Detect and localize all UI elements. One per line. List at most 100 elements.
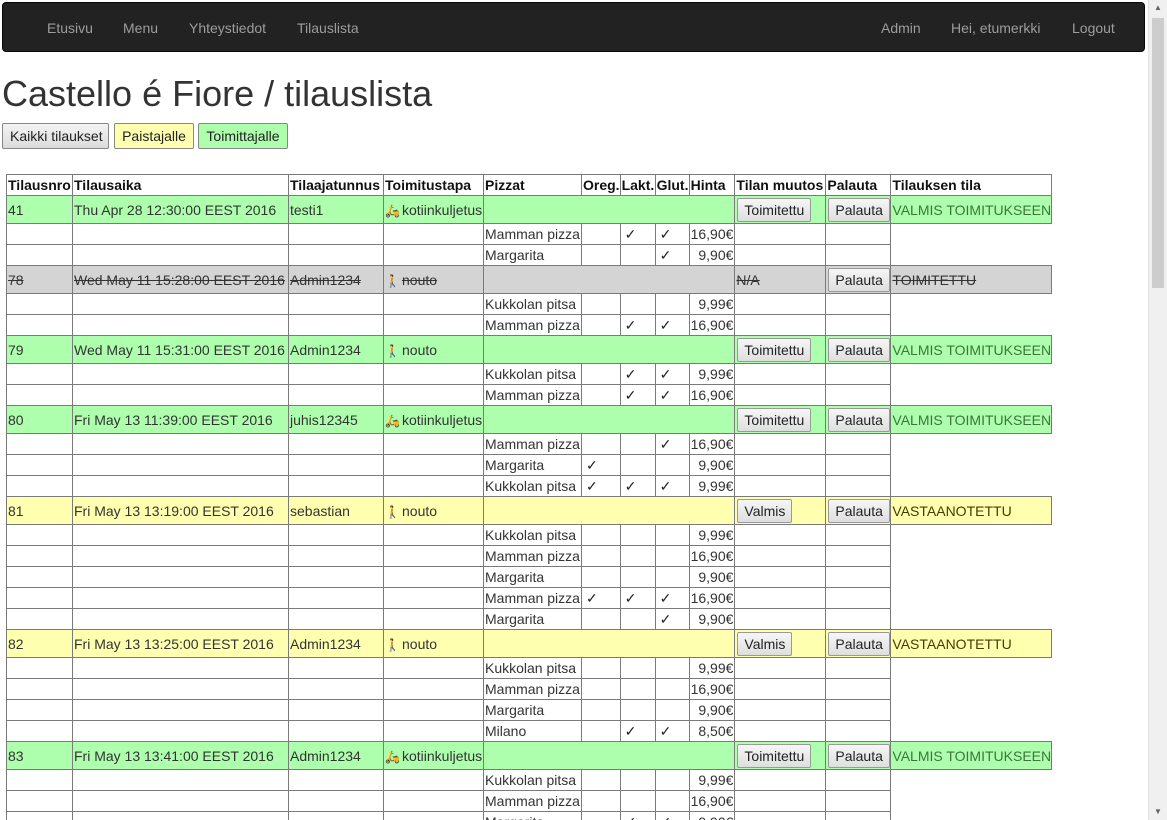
- delivery-method-label: nouto: [402, 635, 438, 652]
- empty-cell: [383, 545, 484, 567]
- order-delivery-method: 🚶 nouto: [383, 335, 484, 364]
- order-number: 81: [6, 496, 73, 525]
- gluten-check: [654, 293, 690, 315]
- pizza-price: 9,90€: [688, 454, 736, 476]
- pizza-price: 16,90€: [688, 678, 736, 700]
- order-pizzas-spacer: [482, 265, 736, 294]
- scroll-down-arrow-icon[interactable]: ▼: [1149, 804, 1167, 820]
- scroll-up-arrow-icon[interactable]: ▲: [1149, 0, 1167, 16]
- oregano-check: ✓: [581, 454, 621, 476]
- empty-cell: [288, 720, 384, 742]
- order-pizzas-spacer: [482, 496, 736, 525]
- order-pizzas-spacer: [482, 629, 736, 658]
- empty-cell: [734, 545, 827, 567]
- order-delivery-method: 🚶 nouto: [383, 496, 484, 525]
- nav-link-menu[interactable]: Menu: [123, 3, 158, 53]
- nav-link-etusivu[interactable]: Etusivu: [47, 3, 93, 53]
- nav-link-user-greeting[interactable]: Hei, etumerkki: [951, 3, 1040, 53]
- nav-link-tilauslista[interactable]: Tilauslista: [297, 3, 359, 53]
- pizza-item-row: Mamman pizza ✓ 16,90€: [6, 433, 1052, 455]
- restore-button[interactable]: Palauta: [828, 267, 890, 292]
- pizza-name: Kukkolan pitsa: [483, 475, 582, 497]
- scrollbar-thumb[interactable]: [1152, 18, 1164, 288]
- empty-cell: [72, 223, 289, 245]
- order-pizzas-spacer: [482, 741, 736, 770]
- empty-cell: [288, 454, 384, 476]
- restore-button[interactable]: Palauta: [828, 407, 890, 432]
- empty-cell: [6, 699, 73, 721]
- pickup-person-icon: 🚶: [385, 273, 400, 288]
- empty-cell: [891, 546, 1052, 567]
- filter-all-orders-button[interactable]: Kaikki tilaukset: [2, 123, 109, 149]
- empty-cell: [72, 363, 289, 385]
- pizza-item-row: Mamman pizza ✓ ✓ 16,90€: [6, 314, 1052, 336]
- pizza-price: 16,90€: [688, 545, 736, 567]
- order-time: Fri May 13 13:19:00 EEST 2016: [72, 496, 289, 525]
- nav-link-logout[interactable]: Logout: [1072, 3, 1115, 53]
- empty-cell: [383, 657, 484, 679]
- mark-ready-button[interactable]: Valmis: [737, 631, 793, 656]
- empty-cell: [288, 363, 384, 385]
- delivery-icon: 🛵: [385, 203, 400, 218]
- order-number: 83: [6, 741, 73, 770]
- order-row: 78 Wed May 11 15:28:00 EEST 2016 Admin1234…: [6, 265, 1053, 294]
- gluten-check: ✓: [654, 587, 690, 609]
- lactose-check: [619, 608, 656, 630]
- order-customer: Admin1234: [288, 265, 384, 294]
- empty-cell: [288, 769, 384, 791]
- pizza-price: 16,90€: [688, 433, 736, 455]
- restore-cell: Palauta: [825, 629, 892, 658]
- empty-cell: [6, 790, 73, 812]
- gluten-check: [654, 524, 690, 546]
- restore-cell: Palauta: [825, 496, 892, 525]
- pizza-price: 9,90€: [688, 566, 736, 588]
- empty-cell: [383, 223, 484, 245]
- lactose-check: [619, 454, 656, 476]
- pizza-price: 9,99€: [688, 524, 736, 546]
- filter-baker-button[interactable]: Paistajalle: [114, 123, 194, 149]
- mark-delivered-button[interactable]: Toimitettu: [737, 197, 812, 222]
- empty-cell: [383, 608, 484, 630]
- mark-delivered-button[interactable]: Toimitettu: [737, 337, 812, 362]
- pizza-item-row: Margarita 9,90€: [6, 566, 1052, 588]
- state-change-cell: Valmis: [734, 629, 827, 658]
- oregano-check: ✓: [581, 475, 621, 497]
- empty-cell: [891, 700, 1052, 721]
- restore-cell: Palauta: [825, 265, 892, 294]
- nav-link-admin[interactable]: Admin: [881, 3, 921, 53]
- vertical-scrollbar[interactable]: ▲ ▼: [1148, 0, 1167, 820]
- restore-button[interactable]: Palauta: [828, 498, 890, 523]
- restore-button[interactable]: Palauta: [828, 743, 890, 768]
- state-change-cell: Toimitettu: [734, 405, 827, 434]
- empty-cell: [383, 790, 484, 812]
- restore-button[interactable]: Palauta: [828, 337, 890, 362]
- restore-button[interactable]: Palauta: [828, 631, 890, 656]
- empty-cell: [891, 721, 1052, 742]
- empty-cell: [288, 678, 384, 700]
- lactose-check: [619, 790, 656, 812]
- oregano-check: [581, 811, 621, 820]
- lactose-check: [619, 699, 656, 721]
- delivery-method-label: nouto: [402, 502, 438, 519]
- empty-cell: [891, 658, 1052, 679]
- gluten-check: ✓: [654, 811, 690, 820]
- lactose-check: [619, 244, 656, 266]
- order-number: 82: [6, 629, 73, 658]
- order-customer: testi1: [288, 195, 384, 224]
- empty-cell: [383, 384, 484, 406]
- empty-cell: [6, 454, 73, 476]
- gluten-check: [654, 769, 690, 791]
- mark-delivered-button[interactable]: Toimitettu: [737, 743, 812, 768]
- mark-delivered-button[interactable]: Toimitettu: [737, 407, 812, 432]
- empty-cell: [825, 524, 892, 546]
- restore-button[interactable]: Palauta: [828, 197, 890, 222]
- empty-cell: [825, 678, 892, 700]
- mark-ready-button[interactable]: Valmis: [737, 498, 793, 523]
- empty-cell: [288, 314, 384, 336]
- nav-link-yhteystiedot[interactable]: Yhteystiedot: [189, 3, 266, 53]
- filter-deliverer-button[interactable]: Toimittajalle: [198, 123, 288, 149]
- empty-cell: [825, 720, 892, 742]
- page-title: Castello é Fiore / tilauslista: [2, 73, 433, 114]
- pizza-name: Margarita: [483, 566, 582, 588]
- lactose-check: [619, 657, 656, 679]
